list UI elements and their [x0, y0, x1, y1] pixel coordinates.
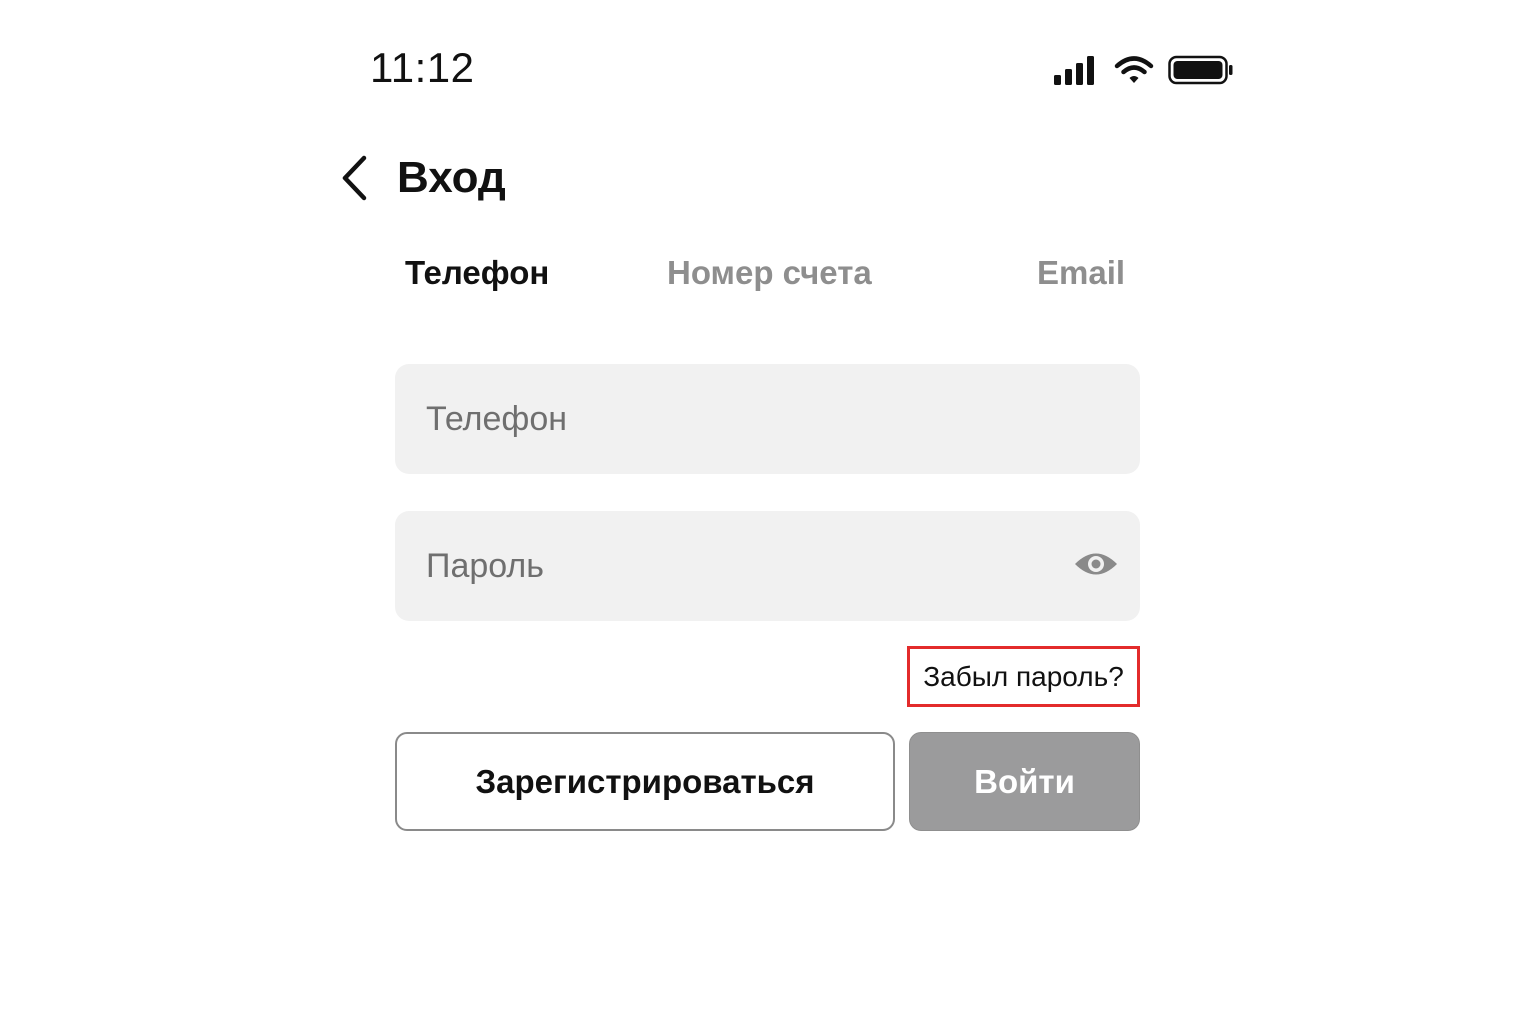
- status-icons: [1052, 52, 1234, 88]
- wifi-icon: [1114, 55, 1154, 85]
- status-time: 11:12: [370, 44, 475, 91]
- forgot-password-link[interactable]: Забыл пароль?: [907, 646, 1140, 707]
- back-button[interactable]: [330, 152, 378, 208]
- page-title: Вход: [397, 153, 506, 202]
- password-input[interactable]: [395, 511, 1140, 621]
- cellular-signal-icon: [1052, 55, 1098, 85]
- login-screen: 11:12 Вход Телефон Номер счета Email Тел…: [0, 0, 1536, 1024]
- login-button[interactable]: Войти: [909, 732, 1140, 831]
- phone-field-container: [395, 364, 1140, 474]
- phone-input[interactable]: [395, 364, 1140, 474]
- tab-phone[interactable]: Телефон: [405, 254, 549, 292]
- tab-account-number[interactable]: Номер счета: [667, 254, 872, 292]
- chevron-left-icon: [338, 154, 370, 207]
- register-button[interactable]: Зарегистрироваться: [395, 732, 895, 831]
- password-field-container: [395, 511, 1140, 621]
- show-password-toggle[interactable]: [1072, 542, 1120, 590]
- battery-icon: [1168, 55, 1234, 85]
- tab-email[interactable]: Email: [1037, 254, 1125, 292]
- eye-icon: [1073, 549, 1119, 584]
